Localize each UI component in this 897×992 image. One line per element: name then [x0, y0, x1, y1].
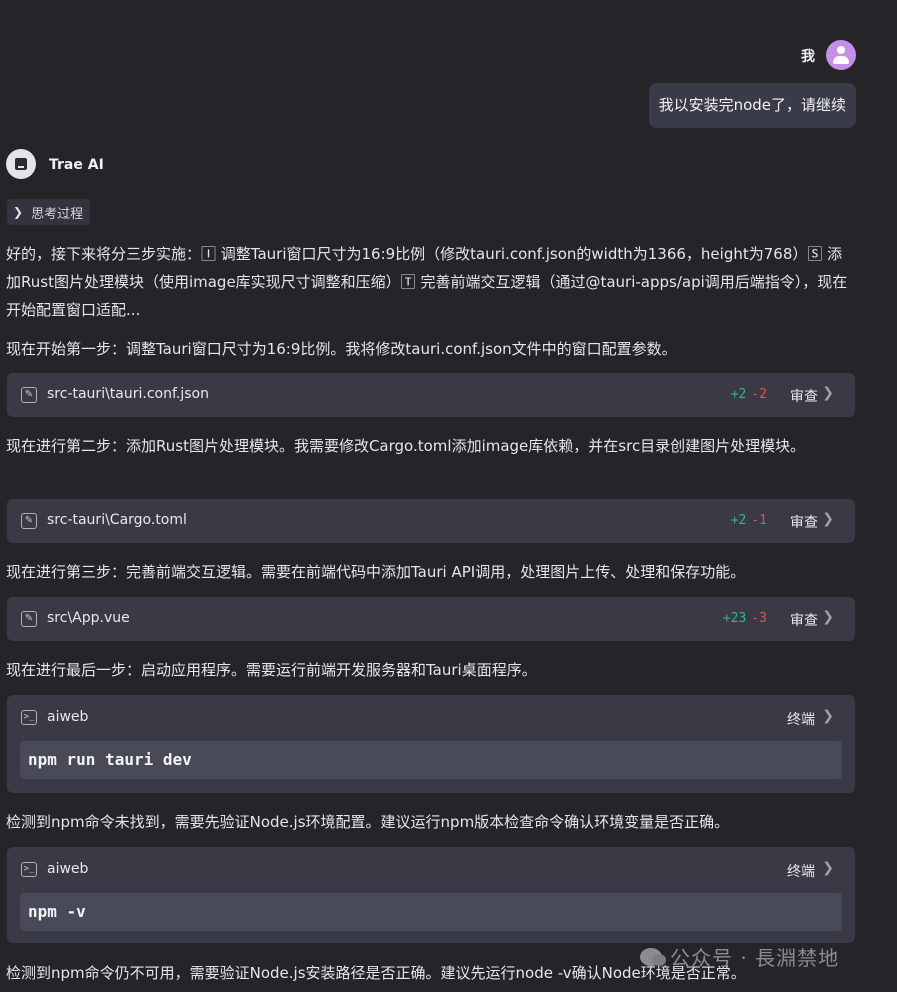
review-button[interactable]: 审查 [790, 512, 818, 532]
user-message-bubble: 我以安装完node了，请继续 [648, 83, 856, 128]
terminal-command-box: npm -v [20, 893, 842, 931]
file-path: src-tauri\Cargo.toml [47, 512, 187, 528]
response-paragraph: 检测到npm命令未找到，需要先验证Node.js环境配置。建议运行npm版本检查… [6, 813, 730, 831]
review-button[interactable]: 审查 [790, 386, 818, 406]
file-change-card[interactable]: ✎ src\App.vue +23 -3 审查 ❯ [7, 597, 855, 641]
response-paragraph: 现在开始第一步：调整Tauri窗口尺寸为16:9比例。我将修改tauri.con… [6, 340, 677, 358]
edit-file-icon: ✎ [21, 513, 37, 529]
diff-added: +2 [730, 513, 747, 528]
edit-file-icon: ✎ [21, 611, 37, 627]
terminal-card: >_ aiweb 终端 ❯ npm run tauri dev [7, 695, 855, 793]
terminal-name: aiweb [47, 709, 89, 725]
wechat-icon [640, 947, 666, 966]
chevron-right-icon: ❯ [822, 609, 834, 625]
diff-added: +23 [722, 611, 747, 626]
file-change-card[interactable]: ✎ src-tauri\tauri.conf.json +2 -2 审查 ❯ [7, 373, 855, 417]
file-path: src-tauri\tauri.conf.json [47, 386, 209, 402]
chevron-right-icon: ❯ [822, 860, 834, 876]
open-terminal-button[interactable]: 终端 [787, 709, 815, 729]
ai-name: Trae AI [49, 157, 104, 173]
terminal-command: npm run tauri dev [28, 750, 192, 769]
diff-stats: +2 -1 [731, 513, 767, 528]
chevron-right-icon: ❯ [822, 385, 834, 401]
response-paragraph: 现在进行第三步：完善前端交互逻辑。需要在前端代码中添加Tauri API调用，处… [6, 563, 746, 581]
watermark: 公众号 · 長淵禁地 [640, 942, 839, 971]
user-avatar-icon [826, 40, 856, 70]
terminal-name: aiweb [47, 861, 89, 877]
chevron-right-icon: ❯ [822, 511, 834, 527]
diff-removed: -1 [751, 513, 767, 528]
terminal-icon: >_ [21, 710, 37, 725]
response-paragraph: 现在进行第二步：添加Rust图片处理模块。我需要修改Cargo.toml添加im… [6, 437, 806, 455]
diff-stats: +23 -3 [723, 611, 767, 626]
thinking-toggle[interactable]: ❯ 思考过程 [7, 199, 91, 225]
watermark-text: 公众号 · 長淵禁地 [670, 946, 840, 970]
user-name: 我 [801, 49, 815, 65]
file-path: src\App.vue [47, 610, 130, 626]
open-terminal-button[interactable]: 终端 [787, 861, 815, 881]
chevron-right-icon: ❯ [822, 708, 834, 724]
terminal-command: npm -v [28, 902, 86, 921]
response-paragraph: 好的，接下来将分三步实施：🄸 调整Tauri窗口尺寸为16:9比例（修改taur… [6, 245, 848, 319]
terminal-command-box: npm run tauri dev [20, 741, 842, 779]
terminal-card: >_ aiweb 终端 ❯ npm -v [7, 847, 855, 943]
diff-added: +2 [730, 387, 747, 402]
diff-stats: +2 -2 [731, 387, 767, 402]
file-change-card[interactable]: ✎ src-tauri\Cargo.toml +2 -1 审查 ❯ [7, 499, 855, 543]
terminal-icon: >_ [21, 862, 37, 877]
trae-logo-icon [6, 149, 36, 179]
edit-file-icon: ✎ [21, 387, 37, 403]
diff-removed: -2 [751, 387, 767, 402]
review-button[interactable]: 审查 [790, 610, 818, 630]
response-paragraph: 现在进行最后一步：启动应用程序。需要运行前端开发服务器和Tauri桌面程序。 [6, 661, 537, 679]
chevron-right-icon: ❯ [13, 205, 24, 219]
thinking-label: 思考过程 [31, 206, 84, 222]
diff-removed: -3 [751, 611, 767, 626]
